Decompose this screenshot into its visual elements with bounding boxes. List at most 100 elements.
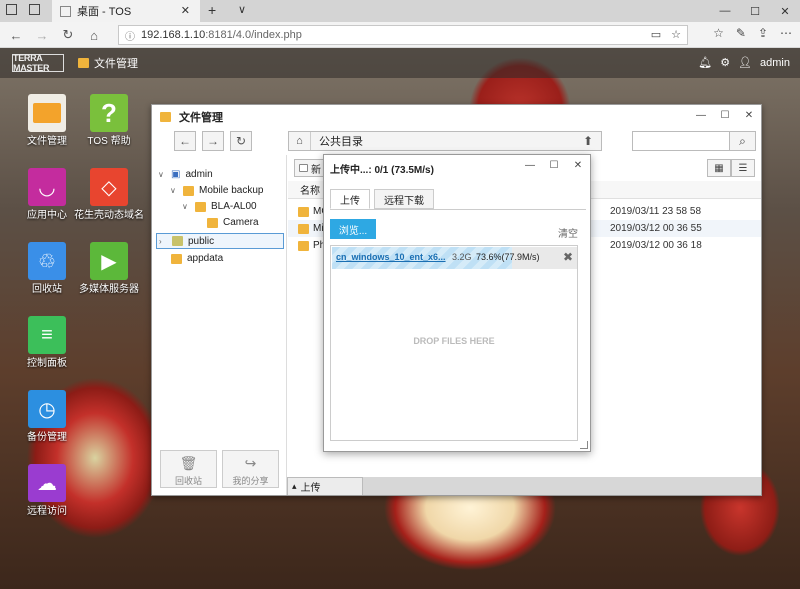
desktop-icon-app-center[interactable]: ◡ 应用中心 <box>12 168 82 222</box>
search-icon[interactable]: ⌕ <box>729 132 755 150</box>
recycle-bin-icon: ♲ <box>28 242 66 280</box>
desktop-icon-remote-access[interactable]: ☁ 远程访问 <box>12 464 82 518</box>
desktop-icon-media-server[interactable]: ▶ 多媒体服务器 <box>74 242 144 296</box>
upload-file-name[interactable]: cn_windows_10_ent_x6... <box>336 252 446 262</box>
pen-notes-icon[interactable]: ✎ <box>736 26 746 40</box>
sliders-icon: ≡ <box>28 316 66 354</box>
tree-item-mobile-backup[interactable]: ∨ Mobile backup <box>170 185 263 196</box>
minimize-button[interactable]: — <box>518 155 542 175</box>
desktop-icon-label: 应用中心 <box>27 210 67 221</box>
tab-title: 桌面 - TOS <box>77 6 132 18</box>
maximize-button[interactable]: ☐ <box>740 0 770 22</box>
tab-menu-chevron-icon[interactable]: ∨ <box>238 3 246 16</box>
browser-actions: ☆ ✎ ⇪ ⋯ <box>713 26 792 40</box>
desktop-icon-recycle-bin[interactable]: ♲ 回收站 <box>12 242 82 296</box>
breadcrumb-item[interactable]: 公共目录 <box>311 133 363 149</box>
upload-dialog: 上传中...: 0/1 (73.5M/s) — ☐ ✕ 上传 远程下载 浏览..… <box>323 154 591 452</box>
desktop-icon-peanut-ddns[interactable]: ◇ 花生壳动态域名 <box>74 168 144 222</box>
tab-preview-icon[interactable] <box>29 4 40 15</box>
desktop-icon-control-panel[interactable]: ≡ 控制面板 <box>12 316 82 370</box>
tab-aside-icon[interactable] <box>6 4 17 15</box>
forward-arrow-icon[interactable]: → <box>202 131 224 151</box>
path-breadcrumb: ⌂ 公共目录 <box>288 131 602 151</box>
chevron-down-icon[interactable]: ∨ <box>170 186 178 195</box>
upload-task-tab[interactable]: ▴ 上传 <box>287 477 363 495</box>
settings-gear-icon[interactable]: ⚙ <box>720 56 730 69</box>
forward-arrow-icon[interactable]: → <box>32 25 52 45</box>
reading-view-icon[interactable]: ▭ <box>651 28 661 41</box>
more-menu-icon[interactable]: ⋯ <box>780 26 792 40</box>
address-bar[interactable]: ⓘ 192.168.1.10:8181/4.0/index.php ▭ ☆ <box>118 25 688 45</box>
browser-navbar: ← → ↻ ⌂ ⓘ 192.168.1.10:8181/4.0/index.ph… <box>0 22 800 48</box>
minimize-button[interactable]: — <box>710 0 740 22</box>
browse-button[interactable]: 浏览... <box>330 219 376 239</box>
clear-button[interactable]: 清空 <box>558 225 578 240</box>
home-icon[interactable]: ⌂ <box>289 132 311 150</box>
desktop-icon-backup[interactable]: ◷ 备份管理 <box>12 390 82 444</box>
refresh-icon[interactable]: ↻ <box>58 25 78 45</box>
new-folder-button[interactable]: 新 <box>294 159 324 177</box>
home-icon[interactable]: ⌂ <box>84 25 104 45</box>
back-arrow-icon[interactable]: ← <box>174 131 196 151</box>
tree-label: appdata <box>187 253 224 264</box>
upload-progress-text: 73.6%(77.9M/s) <box>476 252 540 262</box>
share-icon[interactable]: ⇪ <box>758 26 768 40</box>
refresh-icon[interactable]: ↻ <box>230 131 252 151</box>
up-arrow-icon[interactable]: ⬆ <box>576 131 600 151</box>
tab-upload[interactable]: 上传 <box>330 189 370 209</box>
desktop-icon-tos-help[interactable]: ? TOS 帮助 <box>74 94 144 148</box>
desktop-icon-label: 回收站 <box>32 284 62 295</box>
file-manager-titlebar[interactable]: 文件管理 <box>152 105 761 129</box>
folder-icon <box>160 112 171 122</box>
site-info-icon[interactable]: ⓘ <box>125 28 135 43</box>
notification-bell-icon[interactable]: 🔔︎ <box>698 56 712 69</box>
new-tab-button[interactable]: + <box>208 2 216 18</box>
back-arrow-icon[interactable]: ← <box>6 25 26 45</box>
cancel-upload-icon[interactable]: ✖ <box>563 250 573 264</box>
maximize-button[interactable]: ☐ <box>542 155 566 175</box>
drop-zone[interactable]: cn_windows_10_ent_x6... 3.2G 73.6%(77.9M… <box>330 245 578 441</box>
dialog-tabs: 上传 远程下载 <box>330 189 434 209</box>
browser-tab[interactable]: 桌面 - TOS ✕ <box>52 0 200 22</box>
list-view-icon[interactable]: ☰ <box>731 159 755 177</box>
file-date: 2019/03/11 23 58 58 <box>610 206 702 217</box>
folder-icon <box>298 223 309 234</box>
side-button-label: 我的分享 <box>232 476 269 486</box>
favorites-hub-icon[interactable]: ☆ <box>713 26 724 40</box>
folder-icon <box>207 217 218 228</box>
minimize-button[interactable]: — <box>689 105 713 125</box>
tree-item-camera[interactable]: Camera <box>194 217 259 228</box>
tab-close-icon[interactable]: ✕ <box>181 4 190 17</box>
upload-item: cn_windows_10_ent_x6... 3.2G 73.6%(77.9M… <box>332 247 577 269</box>
address-url: 192.168.1.10:8181/4.0/index.php <box>141 29 302 41</box>
tree-item-public[interactable]: › public <box>156 233 284 249</box>
cloud-icon: ☁ <box>28 464 66 502</box>
close-button[interactable]: ✕ <box>770 0 800 22</box>
favorite-star-icon[interactable]: ☆ <box>671 28 681 41</box>
chevron-down-icon[interactable]: ∨ <box>182 202 190 211</box>
tree-item-appdata[interactable]: appdata <box>158 253 223 264</box>
grid-view-icon[interactable]: ▦ <box>707 159 731 177</box>
user-folder-icon: ▣ <box>171 169 181 180</box>
tree-item-admin[interactable]: ∨ ▣ admin <box>158 169 213 180</box>
search-input[interactable]: ⌕ <box>632 131 756 151</box>
folder-icon <box>171 253 182 264</box>
desktop-icon-label: 文件管理 <box>27 136 67 147</box>
tab-remote-download[interactable]: 远程下载 <box>374 189 434 209</box>
tree-item-bla-al00[interactable]: ∨ BLA-AL00 <box>182 201 257 212</box>
chevron-down-icon[interactable]: ∨ <box>158 170 166 179</box>
window-title: 文件管理 <box>179 112 223 124</box>
chevron-right-icon[interactable]: › <box>159 237 167 246</box>
maximize-button[interactable]: ☐ <box>713 105 737 125</box>
desktop-icon-file-manager[interactable]: 文件管理 <box>12 94 82 148</box>
user-avatar-icon[interactable]: 👤︎ <box>738 56 752 69</box>
taskbar-file-manager[interactable]: 文件管理 <box>78 55 138 71</box>
my-share-button[interactable]: ↪ 我的分享 <box>222 450 279 488</box>
recycle-bin-button[interactable]: 🗑︎ 回收站 <box>160 450 217 488</box>
resize-handle[interactable] <box>580 441 588 449</box>
view-mode-toggle: ▦ ☰ <box>707 159 755 177</box>
user-name[interactable]: admin <box>760 57 790 69</box>
close-button[interactable]: ✕ <box>566 155 590 175</box>
folder-icon <box>299 164 308 172</box>
close-button[interactable]: ✕ <box>737 105 761 125</box>
